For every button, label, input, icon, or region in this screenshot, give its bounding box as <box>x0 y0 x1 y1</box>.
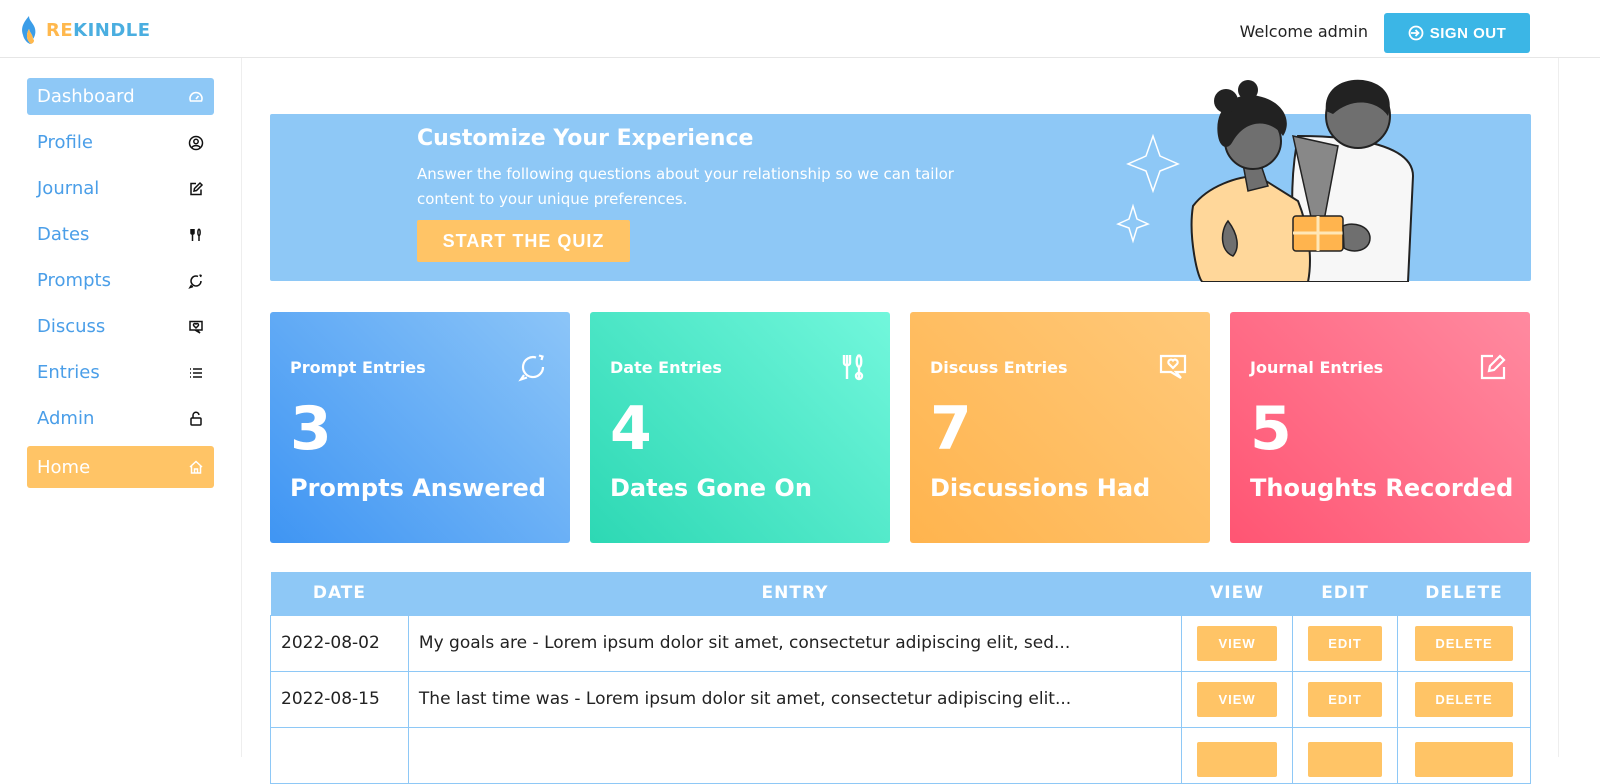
banner-title: Customize Your Experience <box>417 126 754 151</box>
edit-button[interactable]: EDIT <box>1308 681 1383 717</box>
logo[interactable]: REKINDLE <box>18 15 151 45</box>
delete-cell: DELETE <box>1397 614 1531 672</box>
chat-refresh-icon <box>188 273 202 289</box>
prompt-entries-card: Prompt Entries 3 Prompts Answered <box>270 312 570 543</box>
sidebar-item-journal[interactable]: Journal <box>27 170 214 207</box>
start-quiz-button[interactable]: START THE QUIZ <box>417 220 630 262</box>
sidebar-item-label: Entries <box>37 362 100 383</box>
sign-out-button[interactable]: SIGN OUT <box>1384 13 1530 53</box>
sidebar-item-dashboard[interactable]: Dashboard <box>27 78 214 115</box>
sidebar-item-dates[interactable]: Dates <box>27 216 214 253</box>
card-subtitle: Prompts Answered <box>290 474 546 502</box>
sidebar-item-label: Profile <box>37 132 93 153</box>
top-bar: REKINDLE Welcome admin SIGN OUT <box>0 0 1600 58</box>
journal-entries-card: Journal Entries 5 Thoughts Recorded <box>1230 312 1530 543</box>
delete-cell <box>1397 726 1531 784</box>
card-title: Date Entries <box>610 358 722 377</box>
sidebar-item-admin[interactable]: Admin <box>27 400 214 437</box>
sidebar-item-label: Journal <box>37 178 100 199</box>
entry-text <box>407 726 1183 784</box>
card-title: Discuss Entries <box>930 358 1068 377</box>
column-header-date: DATE <box>270 572 409 615</box>
sign-in-icon <box>1408 25 1424 41</box>
sidebar-item-label: Dashboard <box>37 86 135 107</box>
table-row: 2022-08-15 The last time was - Lorem ips… <box>270 670 1531 728</box>
welcome-text: Welcome admin <box>1239 22 1368 41</box>
sidebar-item-entries[interactable]: Entries <box>27 354 214 391</box>
entry-text: My goals are - Lorem ipsum dolor sit ame… <box>407 614 1183 672</box>
column-header-delete: DELETE <box>1397 572 1531 615</box>
card-value: 3 <box>290 394 332 464</box>
table-header-row: DATE ENTRY VIEW EDIT DELETE <box>270 572 1531 615</box>
lock-icon <box>190 411 202 426</box>
edit-button[interactable]: EDIT <box>1308 625 1383 661</box>
card-subtitle: Dates Gone On <box>610 474 812 502</box>
banner-description: Answer the following questions about you… <box>417 165 954 208</box>
card-title: Prompt Entries <box>290 358 426 377</box>
card-subtitle: Thoughts Recorded <box>1250 474 1514 502</box>
brand-name: REKINDLE <box>46 19 151 41</box>
sidebar-item-label: Prompts <box>37 270 111 291</box>
sidebar-item-label: Admin <box>37 408 95 429</box>
chat-heart-icon <box>189 320 203 334</box>
view-button[interactable]: VIEW <box>1197 625 1278 661</box>
table-row <box>270 726 1531 784</box>
utensils-icon <box>842 354 864 381</box>
edit-cell: EDIT <box>1292 670 1398 728</box>
chat-heart-icon <box>1159 354 1187 379</box>
column-header-view: VIEW <box>1181 572 1293 615</box>
sidebar: Dashboard Profile Journal Dates Prompts … <box>8 58 242 757</box>
column-header-entry: ENTRY <box>408 572 1182 615</box>
date-entries-card: Date Entries 4 Dates Gone On <box>590 312 890 543</box>
flame-icon <box>22 16 36 44</box>
sidebar-item-label: Discuss <box>37 316 106 337</box>
edit-icon <box>190 181 204 195</box>
delete-button[interactable]: DELETE <box>1415 625 1513 661</box>
sidebar-item-home[interactable]: Home <box>27 446 214 488</box>
sidebar-item-discuss[interactable]: Discuss <box>27 308 214 345</box>
view-button[interactable]: VIEW <box>1197 681 1278 717</box>
sign-out-label: SIGN OUT <box>1429 24 1507 42</box>
view-button[interactable] <box>1197 741 1278 777</box>
list-icon <box>190 367 202 378</box>
edit-cell: EDIT <box>1292 614 1398 672</box>
card-value: 7 <box>930 394 972 464</box>
entry-text: The last time was - Lorem ipsum dolor si… <box>407 670 1183 728</box>
entries-table: DATE ENTRY VIEW EDIT DELETE 2022-08-02 M… <box>270 572 1531 784</box>
user-circle-icon <box>188 135 204 150</box>
utensils-icon <box>190 227 201 241</box>
sidebar-item-profile[interactable]: Profile <box>27 124 214 161</box>
entry-date: 2022-08-02 <box>270 614 409 672</box>
home-icon <box>189 460 203 474</box>
delete-button[interactable] <box>1415 741 1513 777</box>
entry-date: 2022-08-15 <box>270 670 409 728</box>
content-border <box>1558 58 1559 757</box>
view-cell: VIEW <box>1181 670 1294 728</box>
edit-button[interactable] <box>1308 741 1383 777</box>
card-value: 4 <box>610 394 652 464</box>
entry-date <box>270 726 409 784</box>
delete-button[interactable]: DELETE <box>1415 681 1513 717</box>
delete-cell: DELETE <box>1397 670 1531 728</box>
couple-illustration <box>1116 79 1415 282</box>
sidebar-item-label: Dates <box>37 224 90 245</box>
sidebar-item-label: Home <box>37 456 91 478</box>
sidebar-item-prompts[interactable]: Prompts <box>27 262 214 299</box>
view-cell <box>1181 726 1294 784</box>
card-subtitle: Discussions Had <box>930 474 1151 502</box>
table-row: 2022-08-02 My goals are - Lorem ipsum do… <box>270 614 1531 672</box>
card-title: Journal Entries <box>1250 358 1384 377</box>
chat-refresh-icon <box>518 354 545 382</box>
edit-icon <box>1480 354 1506 380</box>
card-value: 5 <box>1250 394 1292 464</box>
gauge-icon <box>189 91 203 102</box>
column-header-edit: EDIT <box>1292 572 1398 615</box>
edit-cell <box>1292 726 1398 784</box>
discuss-entries-card: Discuss Entries 7 Discussions Had <box>910 312 1210 543</box>
view-cell: VIEW <box>1181 614 1294 672</box>
